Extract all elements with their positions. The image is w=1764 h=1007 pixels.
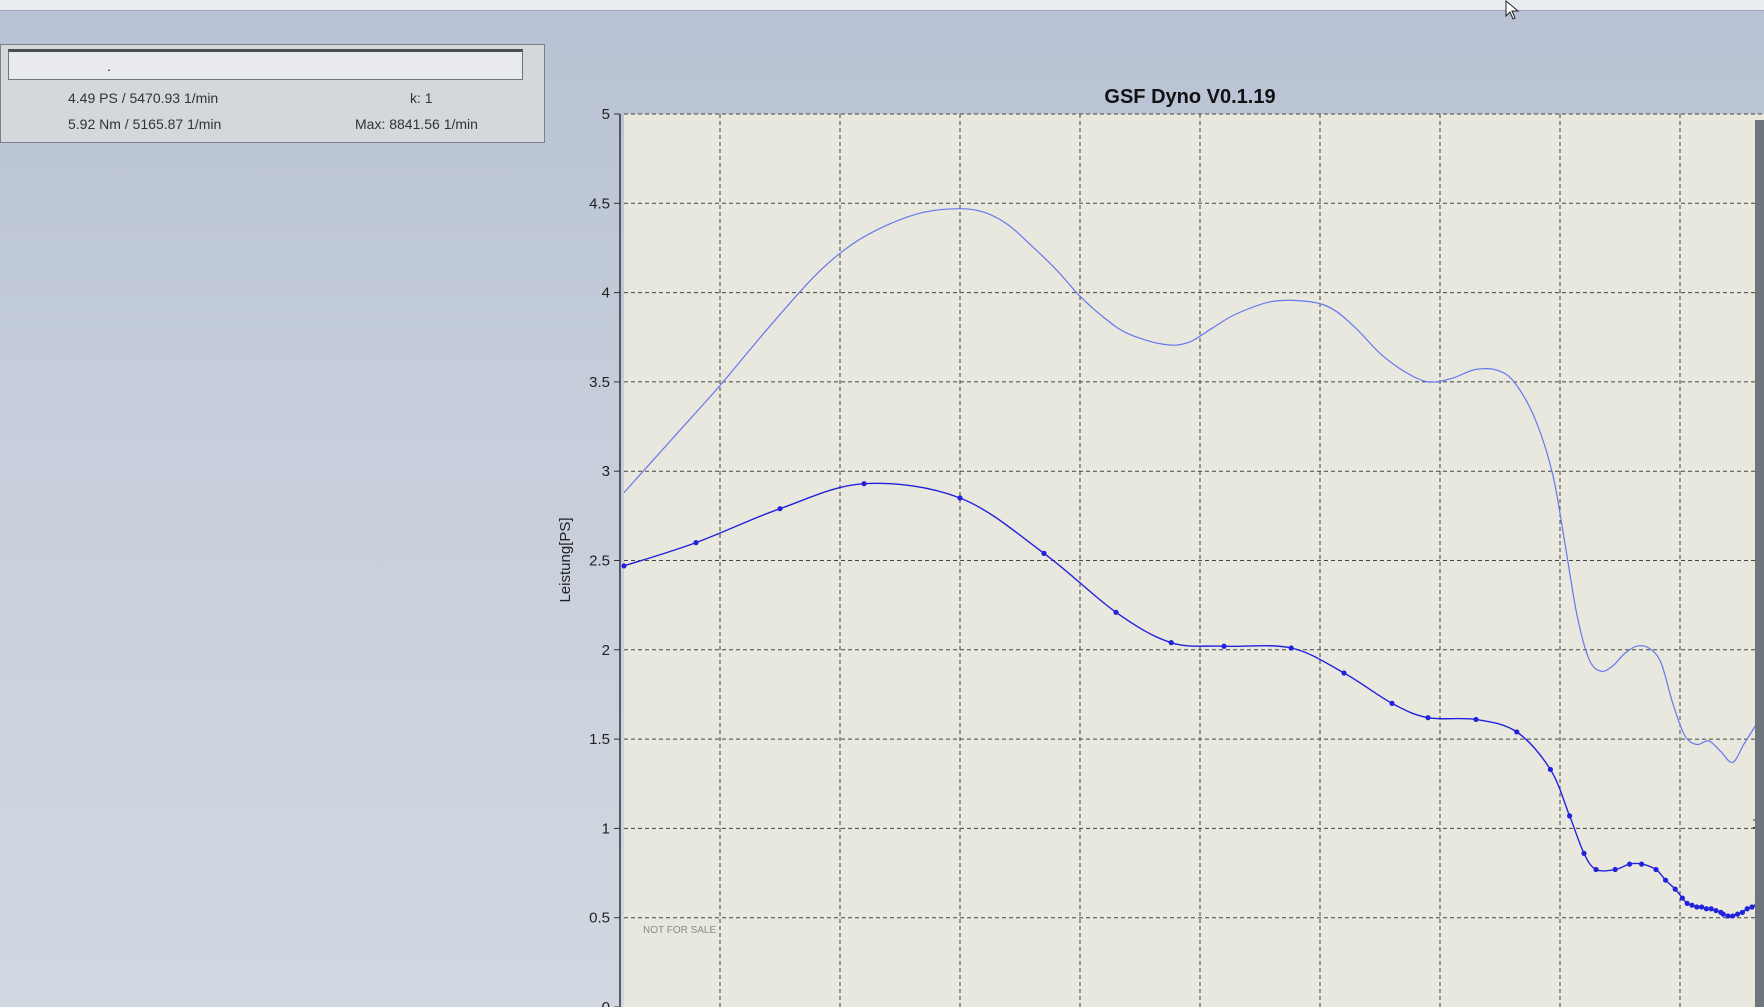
data-point [1168,640,1174,646]
data-point [1113,609,1119,615]
status-field[interactable]: . [8,49,523,80]
y-tick-label: 2 [602,642,610,659]
data-point [1663,877,1669,883]
data-point [1389,700,1395,706]
data-point [957,495,963,501]
data-point [1514,729,1520,735]
data-point [1730,913,1736,919]
data-point [1581,850,1587,857]
y-tick-label: 2.5 [589,553,610,570]
data-point [1425,715,1431,721]
y-axis-label: Leistung[PS] [557,517,574,602]
window-right-edge [1755,120,1764,1007]
data-point [1041,550,1047,556]
data-point [621,563,627,569]
y-tick-label: 1.5 [589,731,610,748]
data-point [693,540,699,546]
data-point [1473,716,1479,723]
watermark: NOT FOR SALE [643,925,716,936]
window-top-bar [0,0,1764,11]
data-point [861,481,867,487]
data-point [1735,911,1741,917]
chart-title: GSF Dyno V0.1.19 [1104,86,1275,108]
data-point [1653,866,1659,873]
data-point [1684,900,1690,907]
data-point [1725,913,1731,919]
dyno-chart: 00.511.522.533.544.55 450050005500600065… [557,86,1764,1007]
y-tick-label: 4 [602,285,610,302]
y-tick-label: 1 [602,820,610,837]
y-tick-label: 3 [602,463,610,480]
data-point [1612,866,1618,873]
data-point [1672,886,1678,892]
data-point [1708,906,1714,912]
data-point [1341,670,1347,676]
y-tick-label: 0.5 [589,910,610,927]
data-point [1567,813,1573,819]
data-point [1679,895,1685,901]
k-readout: k: 1 [410,90,433,106]
data-point [1221,643,1227,649]
data-point [1639,861,1645,867]
y-axis: 0 0.5 1 1.5 2 2.5 3 3.5 4 4.5 5 [589,106,620,1007]
data-point [1703,906,1709,912]
data-point [1744,906,1750,912]
y-tick-label: 5 [602,106,610,123]
data-point [1699,904,1705,910]
y-tick-label: 0 [602,999,610,1007]
power-readout: 4.49 PS / 5470.93 1/min [68,90,219,106]
data-point [777,506,783,512]
torque-readout: 5.92 Nm / 5165.87 1/min [68,116,222,132]
readout-panel: . 4.49 PS / 5470.93 1/min 5.92 Nm / 5165… [0,44,545,143]
data-point [1713,907,1719,914]
max-rpm-readout: Max: 8841.56 1/min [355,116,478,132]
data-point [1288,645,1294,651]
data-point [1627,861,1633,867]
data-point [1689,902,1695,908]
data-point [1720,911,1726,917]
y-tick-label: 3.5 [589,374,610,391]
data-point [1739,909,1745,915]
data-point [1749,904,1755,910]
data-point [1593,866,1599,873]
status-field-text: . [107,58,111,74]
data-point [1694,904,1700,910]
y-tick-label: 4.5 [589,195,610,212]
mouse-cursor-icon [1505,0,1520,20]
data-point [1547,766,1553,773]
